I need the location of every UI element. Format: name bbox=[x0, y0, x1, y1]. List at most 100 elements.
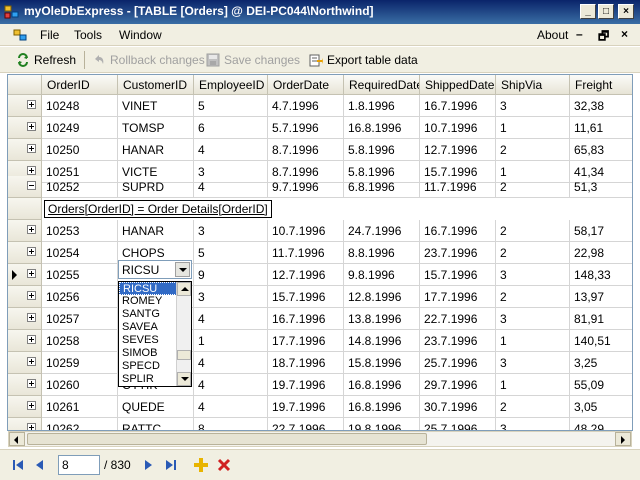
row-header[interactable] bbox=[8, 286, 42, 308]
table-cell[interactable]: 65,83 bbox=[570, 139, 632, 161]
table-cell[interactable]: 3,25 bbox=[570, 352, 632, 374]
table-row[interactable]: 10253 HANAR 3 10.7.1996 24.7.1996 16.7.1996 2 5… bbox=[8, 220, 632, 242]
first-record-icon[interactable] bbox=[10, 457, 26, 473]
table-cell[interactable]: 10256 bbox=[42, 286, 118, 308]
table-cell[interactable]: 3 bbox=[194, 220, 268, 242]
table-cell[interactable]: 22.7.1996 bbox=[268, 418, 344, 430]
table-row[interactable]: 10262 RATTC 8 22.7.1996 19.8.1996 25.7.1996 3 4… bbox=[8, 418, 632, 430]
table-row[interactable]: 10259CENTC418.7.199615.8.199625.7.199633… bbox=[8, 352, 632, 374]
add-record-icon[interactable] bbox=[193, 457, 209, 473]
table-cell[interactable]: 18.7.1996 bbox=[268, 352, 344, 374]
expand-icon[interactable] bbox=[27, 379, 36, 388]
row-header[interactable] bbox=[8, 396, 42, 418]
table-cell[interactable]: 10248 bbox=[42, 95, 118, 117]
table-row[interactable]: 10255 RICSU 912.7.19969.8.199615.7.1996314… bbox=[8, 264, 632, 286]
table-cell[interactable]: 11.7.1996 bbox=[420, 176, 496, 198]
mdi-close-button[interactable]: × bbox=[621, 27, 628, 41]
table-cell[interactable]: 4 bbox=[194, 176, 268, 198]
menu-tools[interactable]: Tools bbox=[74, 28, 102, 42]
next-record-icon[interactable] bbox=[140, 457, 156, 473]
last-record-icon[interactable] bbox=[163, 457, 179, 473]
table-cell[interactable]: 3,05 bbox=[570, 396, 632, 418]
table-cell[interactable]: 15.7.1996 bbox=[268, 286, 344, 308]
table-cell[interactable]: 140,51 bbox=[570, 330, 632, 352]
row-header[interactable] bbox=[8, 264, 42, 286]
relation-link[interactable]: Orders[OrderID] = Order Details[OrderID] bbox=[44, 200, 272, 218]
table-cell[interactable]: 12.7.1996 bbox=[268, 264, 344, 286]
table-cell[interactable]: 19.7.1996 bbox=[268, 396, 344, 418]
expand-icon[interactable] bbox=[27, 166, 36, 175]
table-cell[interactable]: 22,98 bbox=[570, 242, 632, 264]
table-cell[interactable]: 2 bbox=[496, 139, 570, 161]
table-cell[interactable]: 22.7.1996 bbox=[420, 308, 496, 330]
table-cell[interactable]: 3 bbox=[496, 418, 570, 430]
table-cell[interactable]: 3 bbox=[194, 286, 268, 308]
table-cell[interactable]: 1 bbox=[194, 330, 268, 352]
row-header[interactable] bbox=[8, 176, 42, 198]
maximize-button[interactable]: □ bbox=[598, 4, 614, 19]
table-cell[interactable]: RATTC bbox=[118, 418, 194, 430]
table-row[interactable]: 10261 QUEDE 4 19.7.1996 16.8.1996 30.7.1996 2 3… bbox=[8, 396, 632, 418]
menu-about[interactable]: About bbox=[537, 28, 568, 42]
table-row[interactable]: 10248 VINET 5 4.7.1996 1.8.1996 16.7.1996 3 32,… bbox=[8, 95, 632, 117]
table-row[interactable]: 10258ERNSH117.7.199614.8.199623.7.199611… bbox=[8, 330, 632, 352]
table-cell[interactable]: 16.7.1996 bbox=[420, 95, 496, 117]
expand-icon[interactable] bbox=[27, 357, 36, 366]
table-cell[interactable]: 10258 bbox=[42, 330, 118, 352]
expand-icon[interactable] bbox=[27, 269, 36, 278]
expand-icon[interactable] bbox=[27, 313, 36, 322]
table-cell[interactable]: 5 bbox=[194, 242, 268, 264]
column-header[interactable]: Freight bbox=[570, 75, 632, 95]
table-cell[interactable]: 13.8.1996 bbox=[344, 308, 420, 330]
table-cell[interactable]: 19.7.1996 bbox=[268, 374, 344, 396]
table-cell[interactable]: HANAR bbox=[118, 220, 194, 242]
table-cell[interactable]: SUPRD bbox=[118, 176, 194, 198]
minimize-button[interactable]: _ bbox=[580, 4, 596, 19]
table-cell[interactable]: 6.8.1996 bbox=[344, 176, 420, 198]
expand-icon[interactable] bbox=[27, 291, 36, 300]
table-cell[interactable]: 55,09 bbox=[570, 374, 632, 396]
table-cell[interactable]: 4 bbox=[194, 139, 268, 161]
table-cell[interactable]: 4 bbox=[194, 308, 268, 330]
table-cell[interactable]: 29.7.1996 bbox=[420, 374, 496, 396]
chevron-down-icon[interactable] bbox=[175, 262, 190, 277]
mdi-minimize-button[interactable]: – bbox=[576, 27, 583, 41]
save-button[interactable]: Save changes bbox=[206, 51, 300, 69]
table-row[interactable]: 10252 SUPRD 4 9.7.1996 6.8.1996 11.7.1996 2 51,… bbox=[8, 176, 632, 198]
previous-record-icon[interactable] bbox=[32, 457, 48, 473]
table-row[interactable]: 10249 TOMSP 6 5.7.1996 16.8.1996 10.7.1996 1 11… bbox=[8, 117, 632, 139]
scroll-up-icon[interactable] bbox=[177, 282, 191, 296]
row-header[interactable] bbox=[8, 242, 42, 264]
table-cell[interactable]: 10255 bbox=[42, 264, 118, 286]
column-header[interactable]: OrderDate bbox=[268, 75, 344, 95]
table-cell[interactable]: 4 bbox=[194, 352, 268, 374]
export-button[interactable]: Export table data bbox=[309, 51, 418, 69]
expand-icon[interactable] bbox=[27, 247, 36, 256]
table-cell[interactable]: 17.7.1996 bbox=[420, 286, 496, 308]
table-cell[interactable]: 9 bbox=[194, 264, 268, 286]
expand-icon[interactable] bbox=[27, 225, 36, 234]
expand-icon[interactable] bbox=[27, 144, 36, 153]
menu-file[interactable]: File bbox=[40, 28, 59, 42]
table-cell[interactable]: 4.7.1996 bbox=[268, 95, 344, 117]
expand-icon[interactable] bbox=[27, 122, 36, 131]
table-cell[interactable]: 15.7.1996 bbox=[420, 264, 496, 286]
horizontal-scrollbar[interactable] bbox=[8, 431, 632, 447]
table-cell[interactable]: 9.8.1996 bbox=[344, 264, 420, 286]
table-cell[interactable]: 30.7.1996 bbox=[420, 396, 496, 418]
row-header[interactable] bbox=[8, 308, 42, 330]
row-header[interactable] bbox=[8, 330, 42, 352]
customer-dropdown[interactable]: RICSU ROMEY SANTG SAVEA SEVES SIMOB SPEC… bbox=[118, 281, 192, 387]
table-cell[interactable]: 12.7.1996 bbox=[420, 139, 496, 161]
collapse-icon[interactable] bbox=[27, 181, 36, 190]
table-cell[interactable]: 11,61 bbox=[570, 117, 632, 139]
table-cell[interactable]: 58,17 bbox=[570, 220, 632, 242]
table-cell[interactable]: 17.7.1996 bbox=[268, 330, 344, 352]
table-cell[interactable]: 5 bbox=[194, 95, 268, 117]
table-cell[interactable]: 10259 bbox=[42, 352, 118, 374]
table-row[interactable]: 10260OTTIK419.7.199616.8.199629.7.199615… bbox=[8, 374, 632, 396]
position-input[interactable]: 8 bbox=[58, 455, 100, 475]
table-cell[interactable]: 148,33 bbox=[570, 264, 632, 286]
table-cell[interactable]: 2 bbox=[496, 176, 570, 198]
table-cell[interactable]: 16.8.1996 bbox=[344, 396, 420, 418]
